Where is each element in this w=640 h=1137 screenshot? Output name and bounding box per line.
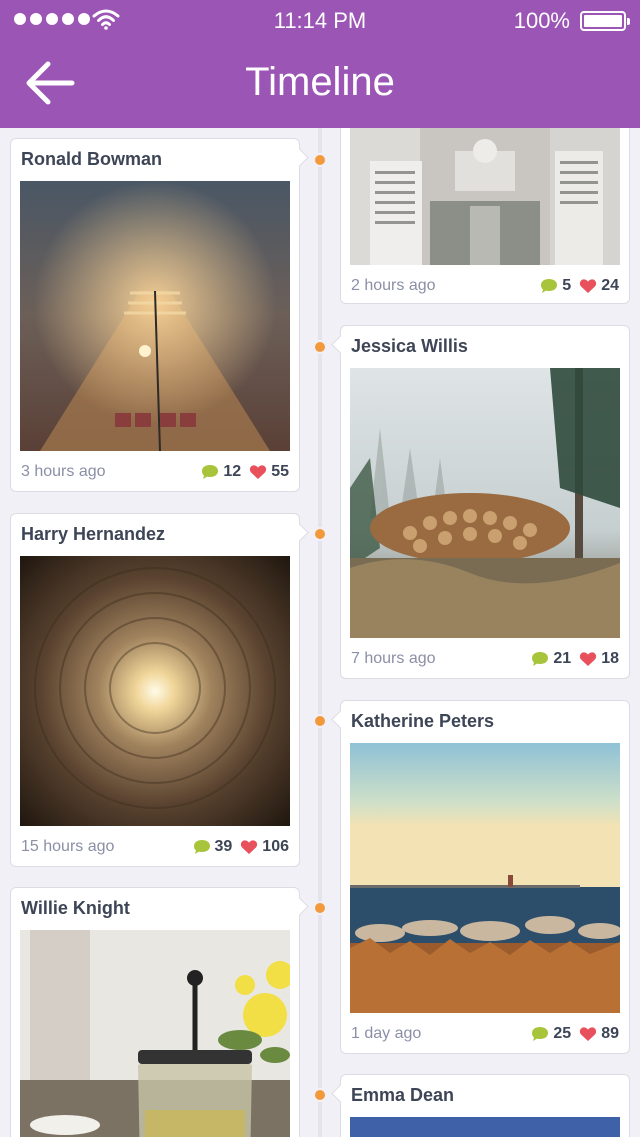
post-author[interactable]: Katherine Peters: [351, 711, 494, 732]
post-stats: 5 24: [540, 277, 619, 295]
heart-icon[interactable]: [579, 1026, 597, 1042]
post-stats: 39 106: [193, 838, 289, 856]
post-photo[interactable]: [20, 930, 290, 1137]
post-author[interactable]: Jessica Willis: [351, 336, 468, 357]
timeline-dot: [313, 153, 327, 167]
page-title: Timeline: [245, 60, 395, 104]
battery-icon: [580, 11, 630, 31]
timeline-post[interactable]: Ronald Bowman 3 hours ago 12 55: [10, 138, 300, 492]
post-photo[interactable]: [350, 743, 620, 1013]
post-photo[interactable]: [350, 1117, 620, 1137]
timeline-dot: [313, 714, 327, 728]
post-time: 2 hours ago: [351, 277, 436, 294]
post-stats: 25 89: [531, 1025, 619, 1043]
timeline-post[interactable]: Katherine Peters 1 day ago 25 89: [340, 700, 630, 1054]
comment-count: 5: [562, 277, 572, 294]
comment-icon[interactable]: [531, 651, 549, 667]
like-count: 89: [601, 1025, 619, 1042]
timeline-line: [318, 128, 322, 1137]
status-bar: 11:14 PM 100%: [0, 0, 640, 40]
heart-icon[interactable]: [579, 651, 597, 667]
timeline-dot: [313, 901, 327, 915]
comment-count: 25: [553, 1025, 572, 1042]
timeline-post[interactable]: Willie Knight: [10, 887, 300, 1137]
comment-icon[interactable]: [531, 1026, 549, 1042]
app-header: 11:14 PM 100% Timeline: [0, 0, 640, 128]
post-time: 15 hours ago: [21, 838, 115, 855]
comment-count: 21: [553, 650, 572, 667]
post-author[interactable]: Ronald Bowman: [21, 149, 162, 170]
like-count: 18: [601, 650, 619, 667]
comment-icon[interactable]: [193, 839, 211, 855]
heart-icon[interactable]: [240, 839, 258, 855]
like-count: 106: [262, 838, 289, 855]
post-author[interactable]: Emma Dean: [351, 1085, 454, 1106]
like-count: 55: [271, 463, 289, 480]
battery-percentage: 100%: [513, 8, 570, 33]
post-time: 1 day ago: [351, 1025, 422, 1042]
post-photo[interactable]: [20, 556, 290, 826]
post-stats: 21 18: [531, 650, 619, 668]
comment-count: 39: [214, 838, 233, 855]
post-time: 3 hours ago: [21, 463, 106, 480]
post-photo[interactable]: [350, 368, 620, 638]
comment-icon[interactable]: [540, 278, 558, 294]
heart-icon[interactable]: [249, 464, 267, 480]
like-count: 24: [601, 277, 619, 294]
timeline-dot: [313, 527, 327, 541]
timeline-dot: [313, 1088, 327, 1102]
post-author[interactable]: Willie Knight: [21, 898, 130, 919]
timeline-post[interactable]: Jessica Willis 7 hours ago 21 18: [340, 325, 630, 679]
comment-count: 12: [223, 463, 242, 480]
timeline-post[interactable]: Emma Dean: [340, 1074, 630, 1137]
post-photo[interactable]: [20, 181, 290, 451]
post-time: 7 hours ago: [351, 650, 436, 667]
heart-icon[interactable]: [579, 278, 597, 294]
timeline-dot: [313, 340, 327, 354]
post-author[interactable]: Harry Hernandez: [21, 524, 165, 545]
post-stats: 12 55: [201, 463, 289, 481]
comment-icon[interactable]: [201, 464, 219, 480]
timeline-post[interactable]: Harry Hernandez 15 hours ago 39 106: [10, 513, 300, 867]
